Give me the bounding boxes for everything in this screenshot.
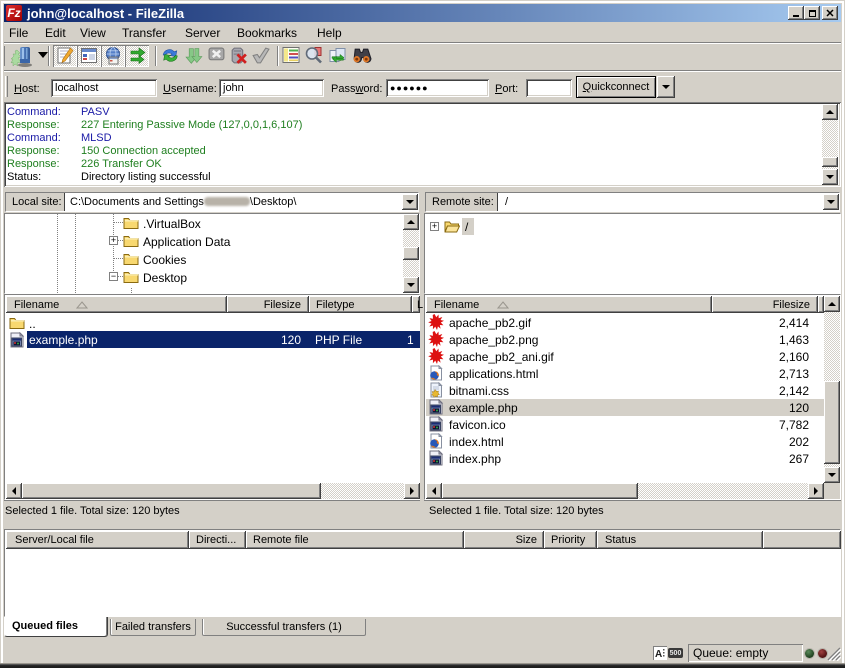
svg-text:A: A <box>655 649 662 659</box>
